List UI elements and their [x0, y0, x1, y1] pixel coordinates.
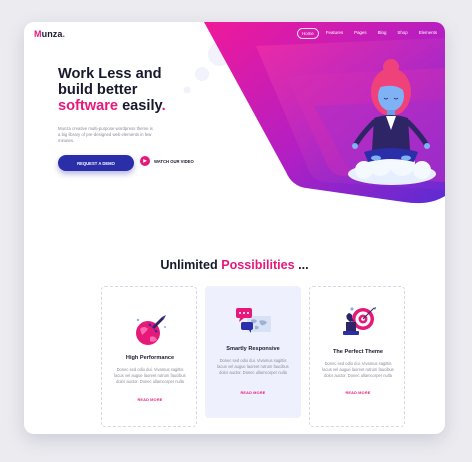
browser-frame: Munza. Home Features Pages Blog Shop Ele…	[24, 22, 445, 434]
feature-card-perfect-theme: The Perfect Theme Donec sed odio dui. Vi…	[309, 286, 405, 427]
card-description: Donec sed odio dui. Vivamus sagittis lac…	[217, 358, 289, 375]
feature-card-smartly-responsive: Smartly Responsive Donec sed odio dui. V…	[205, 286, 301, 418]
nav-item-elements[interactable]: Elements	[415, 28, 441, 39]
feature-card-high-performance: High Performance Donec sed odio dui. Viv…	[101, 286, 197, 427]
hero-title-line1: Work Less and	[58, 66, 162, 82]
nav-item-features[interactable]: Features	[322, 28, 347, 39]
chess-target-icon	[343, 307, 376, 335]
card-description: Donec sed odio dui. Vivamus sagittis lac…	[322, 361, 394, 378]
section-title: Unlimited Possibilities ...	[24, 258, 445, 272]
hero-title-end: easily	[118, 98, 162, 114]
card-title: High Performance	[125, 355, 175, 361]
nav-item-blog[interactable]: Blog	[374, 28, 391, 39]
hero-title: Work Less and build better software easi…	[58, 66, 218, 114]
hero-title-line2: build better	[58, 82, 138, 98]
card-title: The Perfect Theme	[332, 349, 384, 355]
watch-video-label: WATCH OUR VIDEO	[154, 158, 194, 164]
hero-background	[183, 22, 445, 204]
card-description: Donec sed odio dui. Vivamus sagittis lac…	[114, 367, 186, 384]
chat-world-map-icon	[236, 308, 271, 333]
logo-dot: .	[62, 29, 66, 39]
nav-item-pages[interactable]: Pages	[350, 28, 370, 39]
hero-description: Munza creative multi-purpose wordpress t…	[58, 126, 153, 143]
card-title: Smartly Responsive	[226, 346, 280, 352]
play-icon: ▶	[140, 156, 150, 166]
watch-video-button[interactable]: ▶ WATCH OUR VIDEO	[140, 156, 194, 166]
section-title-start: Unlimited	[160, 258, 222, 272]
brand-logo[interactable]: Munza.	[34, 29, 65, 39]
section-title-accent: Possibilities	[221, 258, 295, 272]
section-title-end: ...	[294, 258, 309, 272]
read-more-link[interactable]: READ MORE	[310, 391, 406, 395]
read-more-link[interactable]: READ MORE	[205, 391, 301, 395]
main-navigation: Home Features Pages Blog Shop Elements	[297, 28, 441, 39]
rocket-globe-icon	[136, 315, 166, 345]
read-more-link[interactable]: READ MORE	[102, 398, 198, 402]
hero-title-dot: .	[161, 98, 166, 114]
logo-initial: M	[34, 29, 42, 39]
hero-title-line3: software easily.	[58, 98, 218, 114]
nav-item-shop[interactable]: Shop	[393, 28, 411, 39]
hero-title-accent: software	[58, 98, 119, 114]
logo-text: unza	[41, 29, 63, 39]
request-demo-button[interactable]: REQUEST A DEMO	[58, 155, 134, 171]
nav-item-home[interactable]: Home	[297, 28, 319, 39]
